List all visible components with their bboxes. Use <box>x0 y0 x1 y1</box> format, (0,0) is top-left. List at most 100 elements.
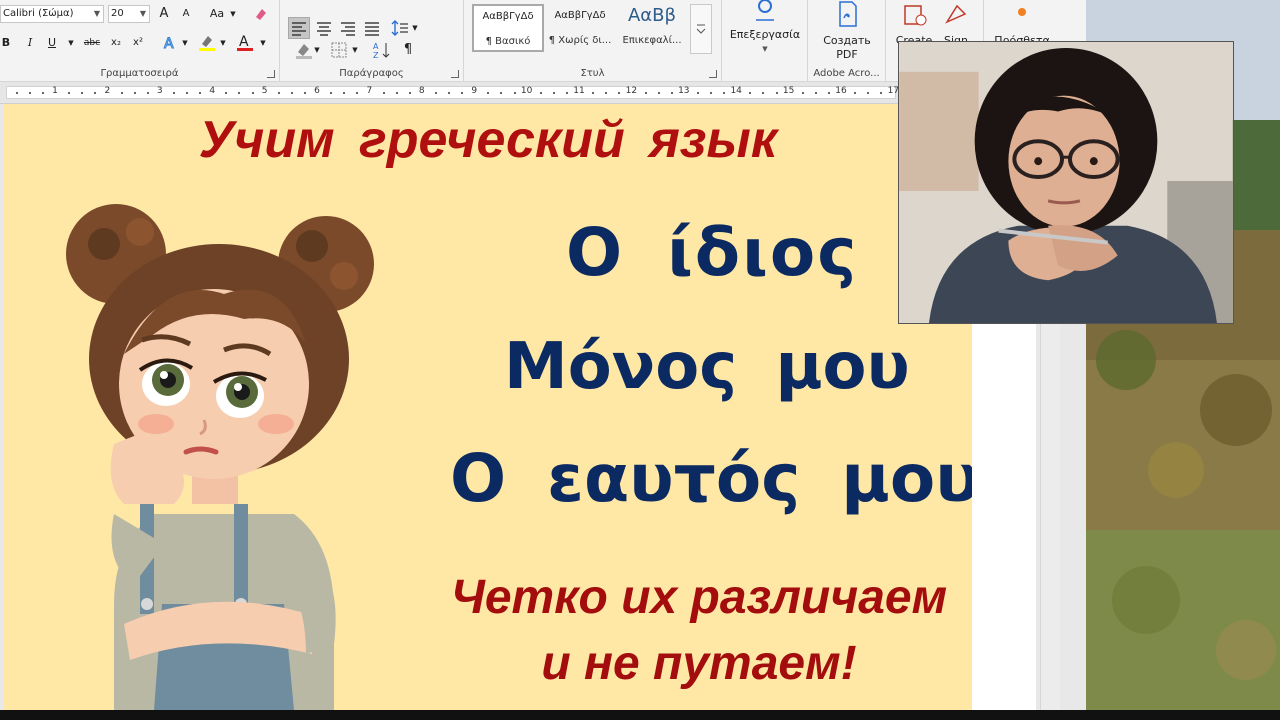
ruler-tick <box>657 92 660 94</box>
ruler-tick <box>356 92 359 94</box>
chevron-down-icon[interactable]: ▼ <box>312 41 322 59</box>
line-spacing-icon[interactable] <box>390 18 410 38</box>
ruler-tick <box>382 92 385 94</box>
ruler-tick <box>28 92 31 94</box>
ruler-tick <box>500 92 503 94</box>
ruler-tick <box>68 92 71 94</box>
adobe-group-label: Adobe Acro... <box>813 68 880 79</box>
change-case-button[interactable]: Aa <box>206 5 228 23</box>
show-formatting-button[interactable]: ¶ <box>400 41 416 59</box>
style-heading[interactable]: ΑαΒβ Επικεφαλί... <box>616 4 688 52</box>
search-icon <box>756 0 774 21</box>
ruler-number: 16 <box>835 86 847 96</box>
clear-format-icon[interactable] <box>254 6 268 20</box>
align-left-button[interactable] <box>288 17 310 39</box>
styles-dialog-launcher[interactable] <box>709 70 717 78</box>
strikethrough-button[interactable]: abc <box>82 34 102 52</box>
grow-font-button[interactable]: A <box>156 5 172 23</box>
font-size-value: 20 <box>111 8 124 19</box>
superscript-button[interactable]: x² <box>130 34 146 52</box>
ruler-tick <box>539 92 542 94</box>
ruler-tick <box>120 92 123 94</box>
ruler-number: 8 <box>418 86 425 96</box>
editing-group: Επεξεργασία ▼ <box>722 0 808 82</box>
create-pdf-button[interactable]: Создать PDF <box>808 0 886 62</box>
editing-button[interactable]: Επεξεργασία ▼ <box>722 0 808 56</box>
document-page[interactable]: Учим греческий язык Ο ίδιος Μόνος μου Ο … <box>4 104 972 710</box>
underline-button[interactable]: U <box>46 34 58 52</box>
svg-text:Z: Z <box>373 51 379 60</box>
document-add-icon <box>904 5 927 26</box>
bold-button[interactable]: B <box>0 34 12 52</box>
sort-icon[interactable]: AZ <box>372 40 392 60</box>
ruler-number: 2 <box>104 86 111 96</box>
highlight-icon[interactable] <box>198 34 216 52</box>
ruler-tick <box>41 92 44 94</box>
webcam-overlay <box>898 41 1234 324</box>
ruler-tick <box>723 92 726 94</box>
ruler-tick <box>448 92 450 94</box>
greek-phrase-2: Μόνος μου <box>504 330 910 404</box>
chevron-down-icon[interactable]: ▼ <box>218 34 228 52</box>
girl-illustration <box>66 204 374 710</box>
justify-icon[interactable] <box>362 18 382 38</box>
chevron-down-icon[interactable]: ▼ <box>258 34 268 52</box>
ruler-tick <box>408 92 411 94</box>
ruler-tick <box>749 92 752 94</box>
chevron-down-icon[interactable]: ▼ <box>180 34 190 52</box>
chevron-down-icon[interactable]: ▼ <box>350 41 360 59</box>
chevron-down-icon[interactable]: ▼ <box>66 34 76 52</box>
chevron-down-icon: ▼ <box>93 9 100 18</box>
ruler-number: 1 <box>52 86 58 96</box>
ruler-number: 7 <box>366 86 373 96</box>
borders-icon[interactable] <box>330 41 348 59</box>
paragraph-dialog-launcher[interactable] <box>451 70 459 78</box>
ruler-tick <box>814 92 817 94</box>
align-center-icon[interactable] <box>314 18 334 38</box>
font-family-select[interactable]: Calibri (Σώμα) ▼ <box>0 5 104 23</box>
svg-text:A: A <box>373 42 379 51</box>
ruler-number: 10 <box>520 86 533 96</box>
ruler-tick <box>513 92 516 94</box>
style-no-spacing[interactable]: ΑαΒβΓγΔδ ¶ Χωρίς δι... <box>544 4 616 52</box>
addin-icon <box>1018 8 1026 16</box>
paragraph-group-label: Παράγραφος <box>339 68 404 79</box>
ruler-number: 15 <box>782 86 795 96</box>
ruler-tick <box>670 92 673 94</box>
shrink-font-button[interactable]: A <box>178 5 194 23</box>
font-group: Calibri (Σώμα) ▼ 20 ▼ A A Aa ▼ B I U ▼ a… <box>0 0 280 82</box>
chevron-down-icon[interactable]: ▼ <box>410 19 420 37</box>
ruler-number: 14 <box>730 86 742 96</box>
ruler-tick <box>801 92 804 94</box>
editing-label: Επεξεργασία <box>729 28 801 41</box>
align-right-icon[interactable] <box>338 18 358 38</box>
create-pdf-label-2: PDF <box>836 48 858 61</box>
chevron-down-icon[interactable]: ▼ <box>228 5 238 23</box>
ruler-tick <box>461 92 464 94</box>
styles-group: ΑαΒβΓγΔδ ¶ Βασικό ΑαΒβΓγΔδ ¶ Χωρίς δι...… <box>464 0 722 82</box>
styles-more-button[interactable] <box>690 4 712 54</box>
italic-button[interactable]: I <box>24 34 36 52</box>
ruler-number: 6 <box>314 86 320 96</box>
subtitle-line-1: Четко их различаем <box>450 571 948 624</box>
ruler-tick <box>552 92 555 94</box>
ruler-tick <box>605 92 608 94</box>
ruler-tick <box>343 92 346 94</box>
greek-phrase-3: Ο εαυτός μου <box>450 440 972 517</box>
styles-group-label: Στυλ <box>580 68 605 79</box>
ruler-tick <box>710 92 712 94</box>
subscript-button[interactable]: x₂ <box>108 34 124 52</box>
ruler-tick <box>618 92 621 94</box>
ruler-tick <box>94 92 97 94</box>
text-effects-icon[interactable]: A <box>162 35 178 53</box>
shading-icon[interactable] <box>294 40 314 60</box>
vertical-scrollbar[interactable] <box>1040 322 1060 710</box>
style-normal[interactable]: ΑαΒβΓγΔδ ¶ Βασικό <box>472 4 544 52</box>
greek-phrase-1: Ο ίδιος <box>566 214 859 291</box>
ruler-track: 1 2 3 4 5 6 7 8 9 10 11 12 13 14 15 16 17 <box>6 86 899 99</box>
font-size-select[interactable]: 20 ▼ <box>108 5 150 23</box>
ruler-tick <box>696 92 699 94</box>
style-sample: ΑαΒβΓγΔδ <box>482 11 534 22</box>
font-color-icon[interactable]: A <box>236 33 254 53</box>
font-dialog-launcher[interactable] <box>267 70 275 78</box>
